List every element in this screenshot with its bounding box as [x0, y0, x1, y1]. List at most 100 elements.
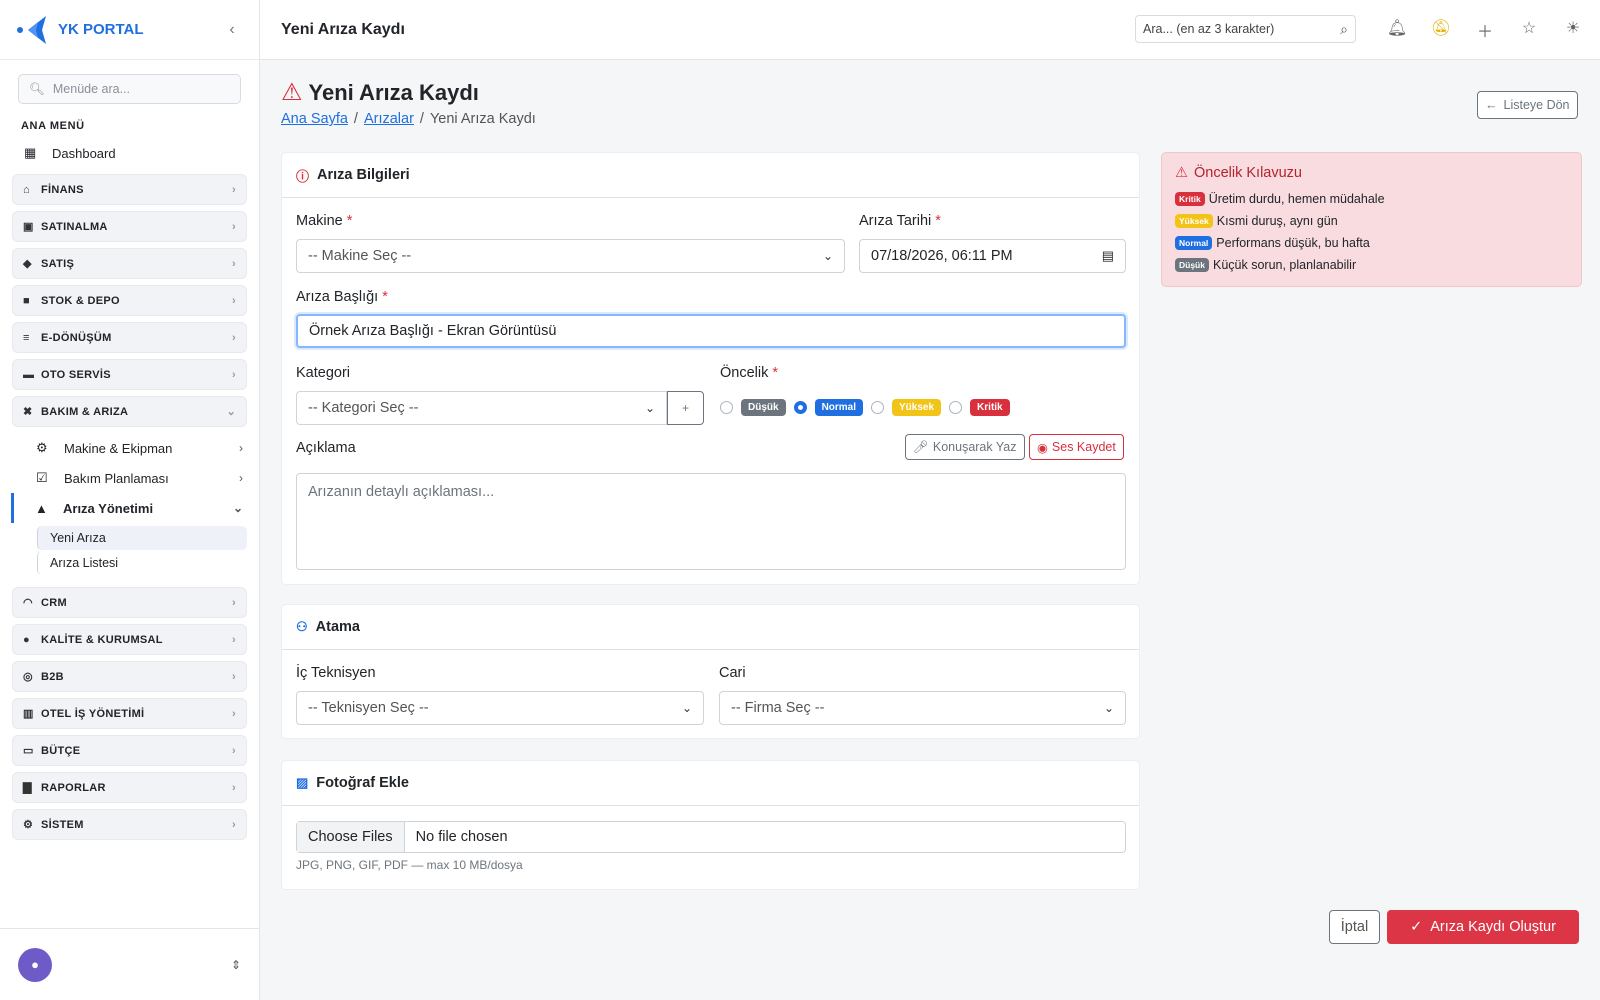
calendar-icon[interactable]: ▤ — [1102, 248, 1114, 264]
priority-badge-dusuk[interactable]: Düşük — [741, 399, 786, 416]
sidebar-item-yeni-ariza[interactable]: Yeni Arıza — [37, 526, 247, 550]
guide-badge: Kritik — [1175, 192, 1205, 206]
priority-badge-normal[interactable]: Normal — [814, 399, 864, 416]
menu-search-input[interactable]: 🔍︎ Menüde ara... — [18, 74, 241, 104]
sidebar-group-crm[interactable]: ◠ CRM › — [12, 587, 247, 618]
sidebar-group-bakim[interactable]: ✖ BAKIM & ARIZA ⌄ — [12, 396, 247, 427]
category-select[interactable]: -- Kategori Seç -- ⌄ — [296, 391, 667, 425]
sidebar-group-b2b[interactable]: ◎ B2B › — [12, 661, 247, 692]
plus-icon[interactable]: ＋ — [1463, 18, 1507, 42]
breadcrumb-home[interactable]: Ana Sayfa — [281, 111, 348, 127]
sidebar-group-otoservis[interactable]: ▬ OTO SERVİS › — [12, 359, 247, 390]
voice-write-button[interactable]: 🎤︎ Konuşarak Yaz — [905, 434, 1025, 460]
building-icon: ▥ — [23, 708, 34, 720]
priority-badge-kritik[interactable]: Kritik — [970, 399, 1010, 416]
sidebar-item-ariza-listesi[interactable]: Arıza Listesi — [37, 551, 247, 575]
category-label: Kategori — [296, 365, 351, 381]
chevron-down-icon: ⌄ — [681, 701, 692, 715]
back-to-list-label: Listeye Dön — [1503, 98, 1570, 112]
priority-guide: ⚠ Öncelik Kılavuzu Kritik Üretim durdu, h… — [1161, 152, 1582, 287]
add-category-button[interactable]: + — [667, 391, 704, 425]
technician-select[interactable]: -- Teknisyen Seç -- ⌄ — [296, 691, 704, 725]
file-input[interactable]: Choose Files No file chosen — [296, 821, 1126, 853]
sidebar-group-satis[interactable]: ◆ SATIŞ › — [12, 248, 247, 279]
priority-radio-kritik[interactable] — [949, 401, 963, 414]
breadcrumb-separator: / — [419, 111, 424, 127]
sidebar-group-label: SATINALMA — [41, 220, 108, 233]
chevron-right-icon: › — [239, 441, 243, 455]
cancel-button[interactable]: İptal — [1329, 910, 1380, 944]
sidebar-group-kalite[interactable]: ● KALİTE & KURUMSAL › — [12, 624, 247, 655]
priority-radio-normal[interactable] — [793, 401, 807, 414]
chevron-right-icon: › — [232, 596, 236, 609]
priority-badge-yuksek[interactable]: Yüksek — [892, 399, 942, 416]
sidebar-group-otel[interactable]: ▥ OTEL İŞ YÖNETİMİ › — [12, 698, 247, 729]
sidebar-item-dashboard[interactable]: ▦ Dashboard — [0, 138, 259, 168]
card-header: ⚇ Atama — [282, 605, 1139, 650]
chevron-right-icon: › — [232, 331, 236, 344]
required-marker: * — [382, 289, 388, 305]
topbar: Yeni Arıza Kaydı Ara... (en az 3 karakte… — [260, 0, 1600, 60]
category-select-value: -- Kategori Seç -- — [308, 400, 419, 416]
description-textarea[interactable]: Arızanın detaylı açıklaması... — [296, 473, 1126, 570]
user-assign-icon: ⚇ — [296, 619, 308, 634]
chevron-down-icon: ⌄ — [644, 401, 655, 415]
priority-radio-yuksek[interactable] — [871, 401, 885, 414]
card-header: ▨ Fotoğraf Ekle — [282, 761, 1139, 806]
notification-bell-icon[interactable]: 🔔︎ — [1375, 18, 1419, 42]
arrow-left-icon: ← — [1485, 98, 1498, 112]
chevron-right-icon: › — [232, 670, 236, 683]
logo-icon — [17, 15, 46, 44]
sidebar-item-label: Arıza Yönetimi — [63, 500, 154, 516]
date-label: Arıza Tarihi * — [859, 213, 941, 229]
chevron-down-icon: ⌄ — [232, 501, 243, 515]
sidebar-item-makine[interactable]: ⚙ Makine & Ekipman › — [12, 433, 247, 463]
fault-date-input[interactable]: 07/18/2026, 06:11 PM ▤ — [859, 239, 1126, 273]
priority-radio-dusuk[interactable] — [720, 401, 733, 414]
sidebar-group-finans[interactable]: ⌂ FİNANS › — [12, 174, 247, 205]
sidebar-group-label: RAPORLAR — [41, 781, 106, 794]
search-icon[interactable]: ⌕ — [1340, 21, 1348, 38]
sidebar-group-raporlar[interactable]: ▇ RAPORLAR › — [12, 772, 247, 803]
sidebar-group-label: BÜTÇE — [41, 744, 81, 757]
priority-label: Öncelik * — [720, 365, 778, 381]
collapse-sidebar-icon[interactable]: ‹ — [221, 21, 243, 39]
sidebar-group-label: STOK & DEPO — [41, 294, 120, 307]
record-audio-button[interactable]: ◉ Ses Kaydet — [1029, 434, 1124, 460]
guide-text: Kısmi duruş, aynı gün — [1216, 214, 1338, 228]
chevron-down-icon: ⌄ — [1103, 701, 1114, 715]
sidebar-group-satinalma[interactable]: ▣ SATINALMA › — [12, 211, 247, 242]
fault-title-input[interactable]: Örnek Arıza Başlığı - Ekran Görüntüsü — [296, 314, 1126, 348]
choose-files-button[interactable]: Choose Files — [297, 822, 405, 852]
create-fault-label: Arıza Kaydı Oluştur — [1430, 919, 1556, 935]
vendor-select[interactable]: -- Firma Seç -- ⌄ — [719, 691, 1126, 725]
machine-select[interactable]: -- Makine Seç -- ⌄ — [296, 239, 845, 273]
fault-date-value: 07/18/2026, 06:11 PM — [871, 248, 1013, 264]
info-circle-icon: ⓘ — [296, 168, 310, 184]
muted-bell-icon[interactable]: 🔕︎ — [1419, 18, 1463, 42]
star-icon[interactable]: ☆ — [1507, 18, 1551, 42]
sidebar-group-stok[interactable]: ■ STOK & DEPO › — [12, 285, 247, 316]
photo-upload-card: ▨ Fotoğraf Ekle Choose Files No file cho… — [281, 760, 1140, 890]
theme-sun-icon[interactable]: ☀ — [1551, 18, 1595, 42]
sidebar-group-sistem[interactable]: ⚙ SİSTEM › — [12, 809, 247, 840]
back-to-list-button[interactable]: ← Listeye Dön — [1477, 91, 1578, 119]
create-fault-button[interactable]: ✓ Arıza Kaydı Oluştur — [1387, 910, 1579, 944]
sidebar-group-label: B2B — [41, 670, 64, 683]
check-icon: ✓ — [1410, 919, 1423, 935]
avatar[interactable]: ● — [18, 947, 52, 982]
expand-user-menu-icon[interactable]: ⇕ — [231, 958, 241, 972]
vendor-select-value: -- Firma Seç -- — [731, 700, 825, 716]
sidebar-group-edonusum[interactable]: ≡ E-DÖNÜŞÜM › — [12, 322, 247, 353]
sidebar-group-butce[interactable]: ▭ BÜTÇE › — [12, 735, 247, 766]
chevron-right-icon: › — [232, 707, 236, 720]
priority-guide-title: ⚠ Öncelik Kılavuzu — [1175, 165, 1568, 181]
sidebar-item-bakim-planlamasi[interactable]: ☑ Bakım Planlaması › — [12, 463, 247, 493]
page-title: ⚠ Yeni Arıza Kaydı — [281, 78, 479, 107]
globe-icon: ◎ — [23, 671, 33, 683]
breadcrumb-arizalar[interactable]: Arızalar — [364, 111, 414, 127]
fault-title-label-text: Arıza Başlığı — [296, 289, 379, 305]
sidebar-item-ariza-yonetimi[interactable]: ▲ Arıza Yönetimi ⌄ — [11, 493, 247, 523]
global-search-input[interactable]: Ara... (en az 3 karakter) ⌕ — [1135, 15, 1356, 43]
breadcrumb-current: Yeni Arıza Kaydı — [429, 111, 536, 127]
